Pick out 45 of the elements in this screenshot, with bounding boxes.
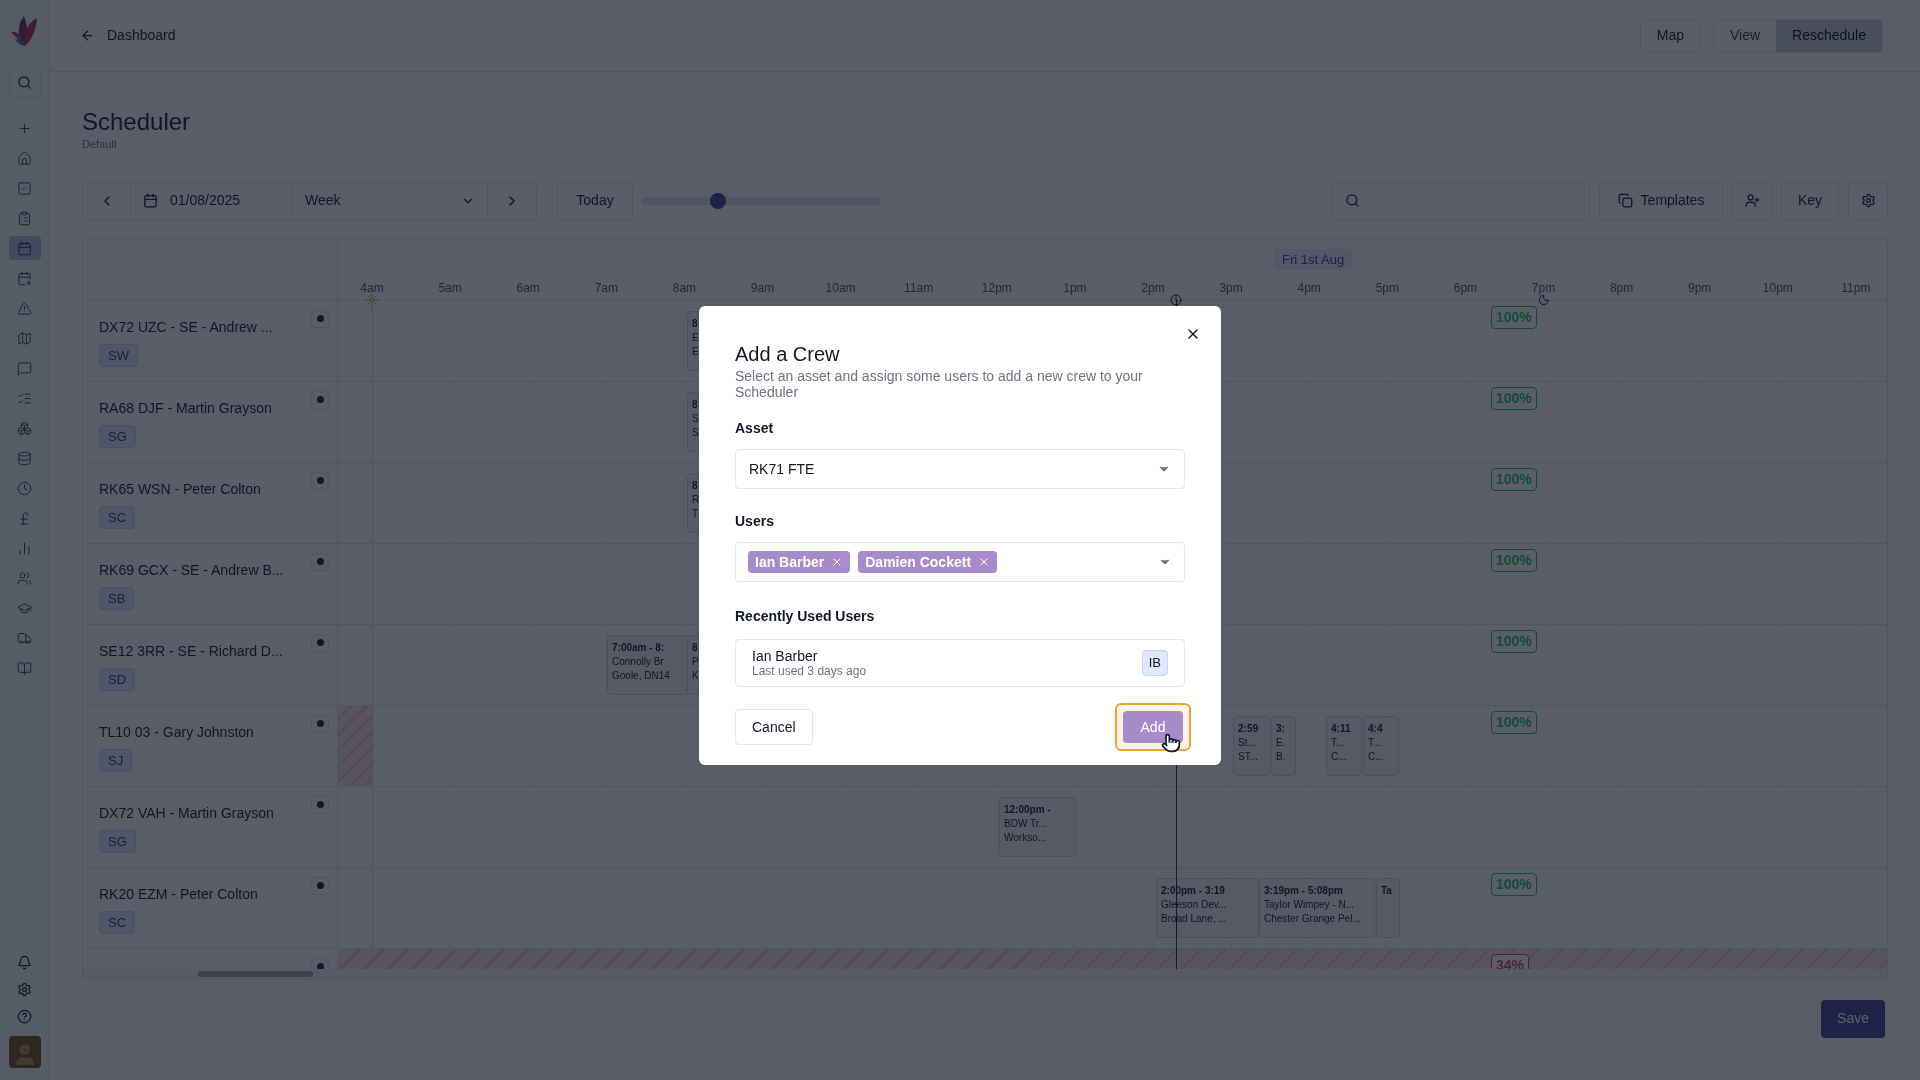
event-text: 8 xyxy=(692,478,696,493)
event-text: 2:59 xyxy=(1238,721,1259,736)
event-text: BDW Tr... xyxy=(1004,816,1048,831)
event-text: T... xyxy=(1331,735,1346,750)
event-text: 3:19pm - 5:08pm xyxy=(1264,883,1344,898)
event-text: Taylor Wimpey - N... xyxy=(1264,897,1355,912)
field-label: Asset xyxy=(735,419,775,438)
event-text: E. xyxy=(1276,735,1287,750)
asset-select[interactable]: RK71 FTE xyxy=(735,449,1185,489)
section-label: Recently Used Users xyxy=(735,607,876,626)
event-text: ST... xyxy=(1238,749,1259,764)
event-text: St... xyxy=(1238,735,1257,750)
page-title: Scheduler xyxy=(82,108,192,136)
event-text: 4:11 xyxy=(1331,721,1352,736)
event-text: B. xyxy=(1276,749,1287,764)
cancel-button[interactable]: Cancel xyxy=(735,709,813,745)
event-text: Connolly Br xyxy=(612,654,665,669)
event-text: T... xyxy=(1368,735,1383,750)
hand-cursor-icon xyxy=(1161,733,1181,753)
event-text: 8 xyxy=(692,397,696,412)
event-text: Chester Grange Pel... xyxy=(1264,911,1362,926)
event-text: Ta xyxy=(1381,883,1393,898)
event-text: Goole, DN14 xyxy=(612,668,671,683)
event-text: 8 xyxy=(692,316,696,331)
event-text: 4:4 xyxy=(1368,721,1384,736)
event-text: Workso... xyxy=(1004,830,1048,845)
event-text: 3: xyxy=(1276,721,1286,736)
event-text: T xyxy=(692,506,696,521)
user-detail: Last used 3 days ago xyxy=(752,664,867,678)
add-button[interactable]: Add xyxy=(1123,711,1183,743)
event-text: 8 xyxy=(692,640,696,655)
event-text: 12:00pm - xyxy=(1004,802,1052,817)
user-name: Ian Barber xyxy=(752,648,819,664)
user-initials: IB xyxy=(1141,650,1168,676)
event-text: 7:00am - 8: xyxy=(612,640,666,655)
field-label: Users xyxy=(735,512,775,531)
event-text: P xyxy=(692,654,696,669)
users-select[interactable]: Ian Barber Damien Cockett xyxy=(735,542,1185,582)
recent-user-card[interactable]: Ian Barber Last used 3 days ago IB xyxy=(735,639,1185,687)
event-text: C... xyxy=(1331,749,1348,764)
dialog-title: Add a Crew xyxy=(735,342,841,366)
user-tag[interactable]: Damien Cockett xyxy=(858,551,998,573)
dialog-description: Select an asset and assign some users to add a new crew to your Scheduler xyxy=(735,368,1144,400)
event-text: C... xyxy=(1368,749,1385,764)
user-tag[interactable]: Ian Barber xyxy=(748,551,851,573)
